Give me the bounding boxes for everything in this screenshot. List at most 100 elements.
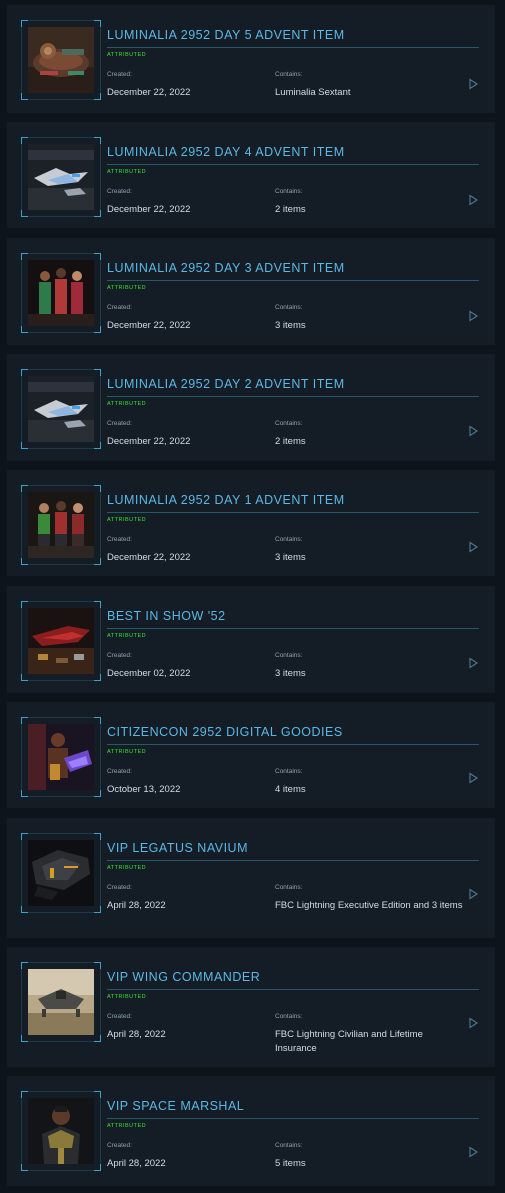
contains-value: 2 items <box>275 204 306 215</box>
attributed-status: ATTRIBUTED <box>107 401 147 407</box>
frame-corner <box>94 1035 101 1042</box>
contains-value: 3 items <box>275 668 306 679</box>
frame-corner <box>94 93 101 100</box>
frame-corner <box>21 906 28 913</box>
pledge-thumbnail-frame[interactable] <box>21 137 101 217</box>
created-date: April 28, 2022 <box>107 1029 166 1040</box>
contains-label: Contains: <box>275 1013 303 1020</box>
contains-value: 4 items <box>275 784 306 795</box>
pledge-card[interactable]: VIP LEGATUS NAVIUM ATTRIBUTED Created: Cont… <box>7 818 495 938</box>
expand-arrow-icon[interactable] <box>467 77 479 90</box>
frame-corner <box>21 962 28 969</box>
pledge-card[interactable]: LUMINALIA 2952 DAY 1 ADVENT ITEM ATTRIBUT… <box>7 470 495 576</box>
frame-corner <box>21 717 28 724</box>
pledge-card[interactable]: LUMINALIA 2952 DAY 2 ADVENT ITEM ATTRIBUT… <box>7 354 495 461</box>
pledge-card[interactable]: CITIZENCON 2952 DIGITAL GOODIES ATTRIBUTE… <box>7 702 495 808</box>
frame-corner <box>21 1164 28 1171</box>
pledge-thumbnail-frame[interactable] <box>21 20 101 100</box>
expand-arrow-icon[interactable] <box>467 1016 479 1029</box>
pledge-card[interactable]: LUMINALIA 2952 DAY 5 ADVENT ITEM ATTRIBUT… <box>7 5 495 113</box>
frame-corner <box>94 833 101 840</box>
pledge-card[interactable]: LUMINALIA 2952 DAY 3 ADVENT ITEM ATTRIBUT… <box>7 238 495 345</box>
contains-label: Contains: <box>275 304 303 311</box>
created-date: December 22, 2022 <box>107 552 191 563</box>
pledge-thumbnail-image <box>28 492 94 558</box>
pledge-thumbnail-frame[interactable] <box>21 1091 101 1171</box>
pledge-card[interactable]: VIP SPACE MARSHAL ATTRIBUTED Created: Conta… <box>7 1076 495 1186</box>
contains-value: Luminalia Sextant <box>275 87 351 98</box>
expand-arrow-icon[interactable] <box>467 309 479 322</box>
pledge-thumbnail-frame[interactable] <box>21 962 101 1042</box>
created-label: Created: <box>107 768 132 775</box>
frame-corner <box>94 442 101 449</box>
frame-corner <box>21 833 28 840</box>
pledge-title[interactable]: VIP WING COMMANDER <box>107 970 479 990</box>
pledge-thumbnail-frame[interactable] <box>21 717 101 797</box>
frame-corner <box>21 369 28 376</box>
frame-corner <box>94 210 101 217</box>
frame-corner <box>94 1091 101 1098</box>
frame-corner <box>21 485 28 492</box>
created-date: December 22, 2022 <box>107 87 191 98</box>
created-label: Created: <box>107 652 132 659</box>
frame-corner <box>94 906 101 913</box>
pledge-thumbnail-frame[interactable] <box>21 369 101 449</box>
expand-arrow-icon[interactable] <box>467 887 479 900</box>
pledge-thumbnail-image <box>28 144 94 210</box>
pledge-thumbnail-image <box>28 840 94 906</box>
expand-arrow-icon[interactable] <box>467 771 479 784</box>
pledge-thumbnail-frame[interactable] <box>21 253 101 333</box>
attributed-status: ATTRIBUTED <box>107 169 147 175</box>
pledge-title[interactable]: VIP LEGATUS NAVIUM <box>107 841 479 861</box>
pledge-thumbnail-image <box>28 724 94 790</box>
pledge-card[interactable]: LUMINALIA 2952 DAY 4 ADVENT ITEM ATTRIBUT… <box>7 122 495 228</box>
pledge-thumbnail-frame[interactable] <box>21 601 101 681</box>
frame-corner <box>94 369 101 376</box>
frame-corner <box>94 253 101 260</box>
expand-arrow-icon[interactable] <box>467 656 479 669</box>
pledge-card[interactable]: BEST IN SHOW '52 ATTRIBUTED Created: Contai… <box>7 586 495 693</box>
frame-corner <box>21 253 28 260</box>
expand-arrow-icon[interactable] <box>467 1145 479 1158</box>
pledge-thumbnail-image <box>28 1098 94 1164</box>
pledge-thumbnail-frame[interactable] <box>21 833 101 913</box>
pledge-thumbnail-frame[interactable] <box>21 485 101 565</box>
frame-corner <box>21 326 28 333</box>
pledge-thumbnail-image <box>28 608 94 674</box>
pledge-thumbnail-image <box>28 260 94 326</box>
pledge-title[interactable]: LUMINALIA 2952 DAY 1 ADVENT ITEM <box>107 493 479 513</box>
expand-arrow-icon[interactable] <box>467 193 479 206</box>
created-label: Created: <box>107 71 132 78</box>
created-date: October 13, 2022 <box>107 784 181 795</box>
created-label: Created: <box>107 420 132 427</box>
pledge-title[interactable]: LUMINALIA 2952 DAY 2 ADVENT ITEM <box>107 377 479 397</box>
pledge-card[interactable]: VIP WING COMMANDER ATTRIBUTED Created: Cont… <box>7 947 495 1067</box>
contains-label: Contains: <box>275 188 303 195</box>
created-date: December 22, 2022 <box>107 204 191 215</box>
pledge-title[interactable]: LUMINALIA 2952 DAY 5 ADVENT ITEM <box>107 28 479 48</box>
attributed-status: ATTRIBUTED <box>107 994 147 1000</box>
frame-corner <box>94 326 101 333</box>
contains-value: 3 items <box>275 320 306 331</box>
contains-value: 3 items <box>275 552 306 563</box>
created-label: Created: <box>107 536 132 543</box>
pledge-title[interactable]: LUMINALIA 2952 DAY 4 ADVENT ITEM <box>107 145 479 165</box>
contains-value: 5 items <box>275 1158 306 1169</box>
frame-corner <box>94 20 101 27</box>
expand-arrow-icon[interactable] <box>467 424 479 437</box>
frame-corner <box>21 93 28 100</box>
frame-corner <box>21 1091 28 1098</box>
contains-label: Contains: <box>275 71 303 78</box>
frame-corner <box>94 717 101 724</box>
pledge-title[interactable]: LUMINALIA 2952 DAY 3 ADVENT ITEM <box>107 261 479 281</box>
frame-corner <box>94 485 101 492</box>
attributed-status: ATTRIBUTED <box>107 517 147 523</box>
expand-arrow-icon[interactable] <box>467 540 479 553</box>
frame-corner <box>94 790 101 797</box>
pledge-title[interactable]: CITIZENCON 2952 DIGITAL GOODIES <box>107 725 479 745</box>
pledge-title[interactable]: VIP SPACE MARSHAL <box>107 1099 479 1119</box>
pledge-title[interactable]: BEST IN SHOW '52 <box>107 609 479 629</box>
pledge-thumbnail-image <box>28 27 94 93</box>
contains-label: Contains: <box>275 884 303 891</box>
frame-corner <box>94 962 101 969</box>
